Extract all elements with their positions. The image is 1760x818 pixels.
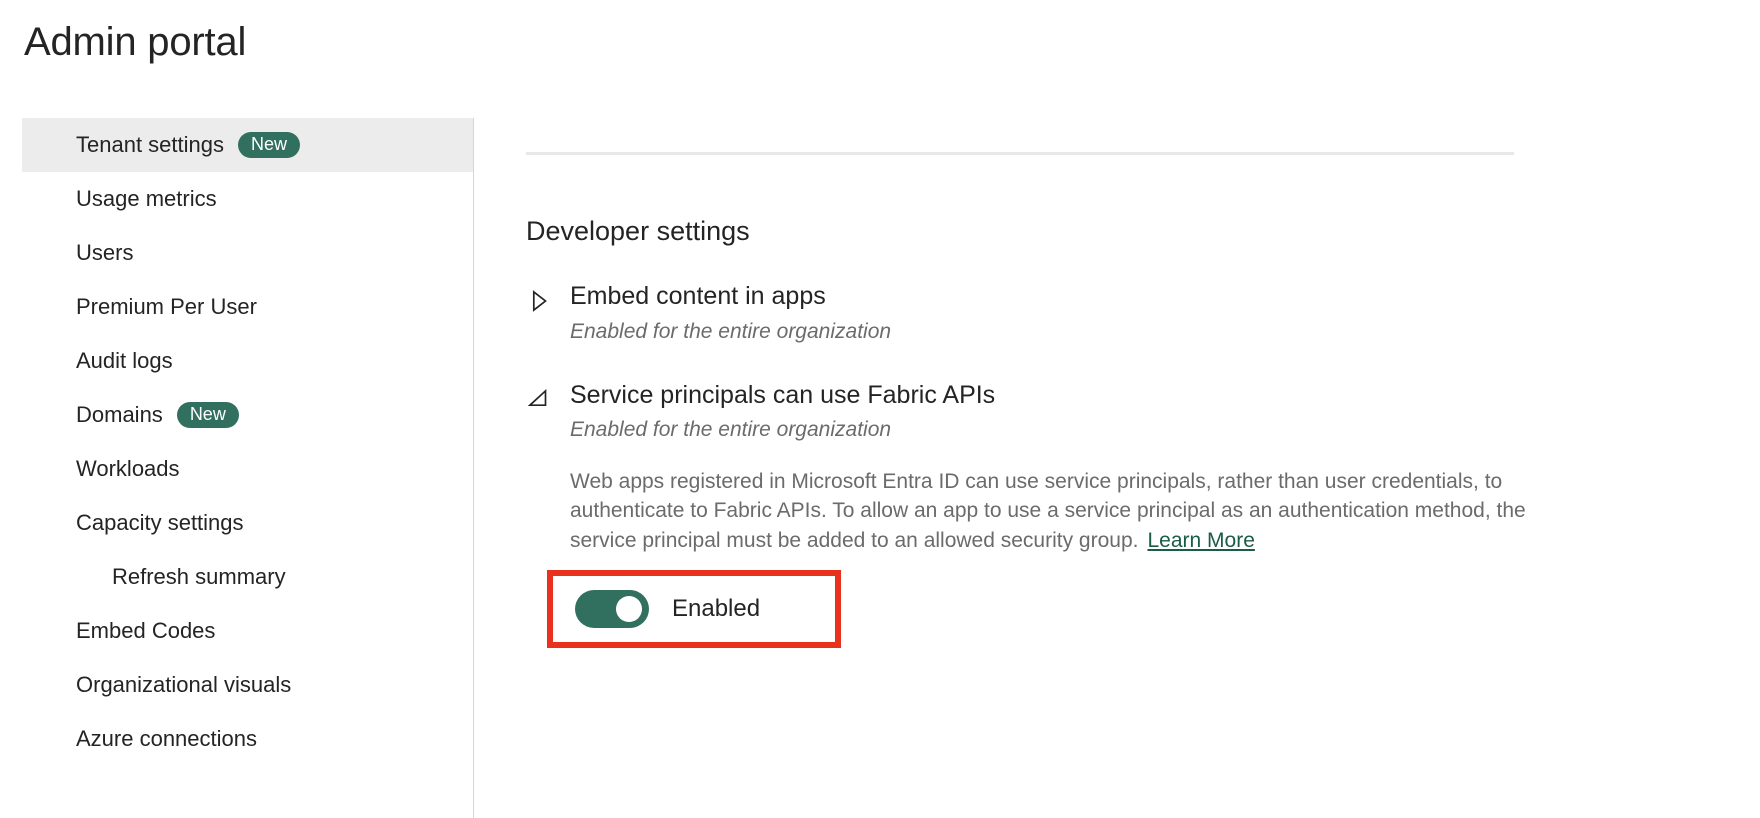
sidebar-item-label: Premium Per User <box>76 294 257 319</box>
sidebar-item-azure-connections[interactable]: Azure connections <box>22 712 473 766</box>
setting-description-text: Web apps registered in Microsoft Entra I… <box>570 469 1526 553</box>
sidebar-item-domains[interactable]: Domains New <box>22 388 473 442</box>
sidebar-item-label: Embed Codes <box>76 618 216 643</box>
sidebar-item-label: Organizational visuals <box>76 672 292 697</box>
sidebar-item-tenant-settings[interactable]: Tenant settings New <box>22 118 473 172</box>
setting-status: Enabled for the entire organization <box>570 418 892 442</box>
highlight-annotation-box: Enabled <box>547 570 841 649</box>
setting-description: Web apps registered in Microsoft Entra I… <box>570 467 1538 556</box>
toggle-label: Enabled <box>672 595 761 623</box>
setting-name: Embed content in apps <box>570 282 826 311</box>
setting-service-principals-fabric-apis: Service principals can use Fabric APIs E… <box>526 380 1736 649</box>
sidebar-item-refresh-summary[interactable]: Refresh summary <box>22 550 473 604</box>
setting-header[interactable]: Embed content in apps Enabled for the en… <box>526 281 1736 346</box>
chevron-right-icon[interactable] <box>526 288 552 314</box>
sidebar-item-usage-metrics[interactable]: Usage metrics <box>22 172 473 226</box>
sidebar-item-label: Azure connections <box>76 726 257 751</box>
sidebar-item-capacity-settings[interactable]: Capacity settings <box>22 496 473 550</box>
sidebar-item-label: Tenant settings <box>76 132 224 157</box>
sidebar-item-new-badge: New <box>176 402 239 428</box>
setting-text-block: Embed content in apps Enabled for the en… <box>570 281 891 346</box>
content-divider <box>526 152 1514 155</box>
main-content: Developer settings Embed content in apps… <box>526 118 1736 649</box>
setting-embed-content-in-apps: Embed content in apps Enabled for the en… <box>526 281 1736 346</box>
sidebar-item-label: Domains <box>76 402 163 427</box>
sidebar-item-organizational-visuals[interactable]: Organizational visuals <box>22 658 473 712</box>
sidebar-item-label: Users <box>76 240 134 265</box>
setting-body: Web apps registered in Microsoft Entra I… <box>547 467 1538 649</box>
sidebar-item-new-badge: New <box>237 132 300 158</box>
section-title: Developer settings <box>526 216 750 246</box>
page-title: Admin portal <box>24 20 247 64</box>
sidebar-item-workloads[interactable]: Workloads <box>22 442 473 496</box>
setting-status: Enabled for the entire organization <box>570 319 892 343</box>
toggle-knob <box>616 596 642 623</box>
sidebar-item-label: Refresh summary <box>112 564 286 589</box>
sidebar-item-premium-per-user[interactable]: Premium Per User <box>22 280 473 334</box>
setting-name: Service principals can use Fabric APIs <box>570 380 996 409</box>
chevron-down-icon[interactable] <box>526 387 552 413</box>
sidebar-item-audit-logs[interactable]: Audit logs <box>22 334 473 388</box>
enabled-toggle-switch[interactable] <box>575 590 649 629</box>
sidebar-item-label: Usage metrics <box>76 186 217 211</box>
sidebar-item-label: Audit logs <box>76 348 173 373</box>
sidebar-item-label: Capacity settings <box>76 510 244 535</box>
sidebar-item-label: Workloads <box>76 456 180 481</box>
learn-more-link[interactable]: Learn More <box>1147 529 1254 552</box>
admin-portal-page: Admin portal Tenant settings New Usage met… <box>0 0 1760 818</box>
toggle-row: Enabled <box>575 590 761 629</box>
setting-text-block: Service principals can use Fabric APIs E… <box>570 380 995 445</box>
sidebar-nav: Tenant settings New Usage metrics Users Prem… <box>22 118 474 818</box>
sidebar-item-embed-codes[interactable]: Embed Codes <box>22 604 473 658</box>
sidebar-item-users[interactable]: Users <box>22 226 473 280</box>
setting-header[interactable]: Service principals can use Fabric APIs E… <box>526 380 1736 445</box>
